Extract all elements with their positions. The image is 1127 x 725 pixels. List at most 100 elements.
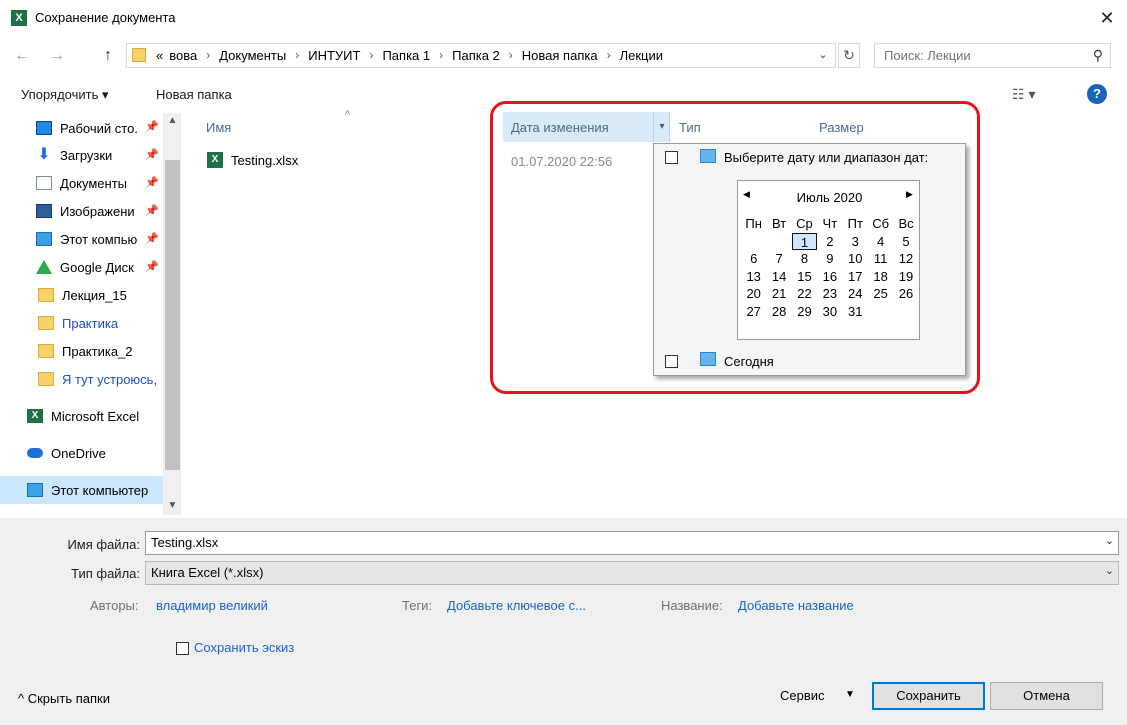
nav-item-this-pc-pinned[interactable]: Этот компью	[36, 226, 162, 252]
breadcrumb-separator-icon[interactable]: ›	[289, 48, 305, 63]
search-box[interactable]: ⚲	[874, 43, 1111, 68]
nav-item-practice[interactable]: Практика	[38, 310, 162, 336]
pin-icon[interactable]: 📌	[145, 232, 159, 245]
pin-icon[interactable]: 📌	[145, 260, 159, 273]
tools-dropdown-icon[interactable]: ▼	[845, 689, 855, 700]
nav-item-label: Загрузки	[60, 147, 113, 163]
tags-label: Теги:	[402, 598, 433, 613]
hide-folders-button[interactable]: ^ Скрыть папки	[18, 691, 110, 706]
refresh-button[interactable]: ↻	[838, 43, 860, 68]
breadcrumb-separator-icon[interactable]: ›	[503, 48, 519, 63]
file-row[interactable]: X Testing.xlsx	[207, 152, 298, 168]
nav-scrollbar-thumb[interactable]	[165, 160, 180, 470]
forward-button[interactable]: →	[46, 45, 68, 67]
nav-item-google-drive[interactable]: Google Диск	[36, 254, 162, 280]
help-icon[interactable]: ?	[1087, 84, 1107, 104]
filename-value[interactable]: Testing.xlsx	[151, 535, 218, 550]
nav-item-label: Практика_2	[62, 343, 133, 359]
breadcrumb-item[interactable]: вова	[166, 48, 200, 63]
nav-item-label: Этот компью	[60, 231, 138, 247]
pin-icon[interactable]: 📌	[145, 120, 159, 133]
folder-icon	[132, 48, 146, 62]
nav-item-microsoft-excel[interactable]: X Microsoft Excel	[27, 403, 162, 429]
nav-item-pictures[interactable]: Изображени	[36, 198, 162, 224]
view-options-button[interactable]: ☷ ▾	[1012, 86, 1035, 103]
nav-item-onedrive[interactable]: OneDrive	[27, 440, 162, 466]
filename-dropdown-icon[interactable]: ⌄	[1105, 534, 1114, 547]
nav-item-label: Microsoft Excel	[51, 408, 140, 424]
breadcrumb-item[interactable]: ИНТУИТ	[305, 48, 363, 63]
folder-icon	[38, 344, 54, 358]
authors-label: Авторы:	[90, 598, 139, 613]
filename-field[interactable]: Testing.xlsx ⌄	[145, 531, 1119, 555]
nav-item-lecture-15[interactable]: Лекция_15	[38, 282, 162, 308]
filetype-select[interactable]: Книга Excel (*.xlsx) ⌄	[145, 561, 1119, 585]
doc-title-label: Название:	[661, 598, 723, 613]
filename-label: Имя файла:	[67, 537, 140, 552]
breadcrumb-item[interactable]: Папка 1	[379, 48, 433, 63]
nav-item-ya-tut[interactable]: Я тут устроюсь,	[38, 366, 162, 392]
organize-button[interactable]: Упорядочить ▾	[21, 87, 109, 103]
column-header-name[interactable]: Имя	[206, 120, 231, 135]
excel-app-icon: X	[11, 10, 27, 26]
filetype-label: Тип файла:	[71, 566, 140, 581]
breadcrumb-separator-icon[interactable]: ›	[363, 48, 379, 63]
nav-item-label: Я тут устроюсь,	[62, 371, 158, 387]
onedrive-icon	[27, 448, 43, 458]
save-button[interactable]: Сохранить	[872, 682, 985, 710]
computer-icon	[36, 232, 52, 246]
breadcrumb-item[interactable]: Документы	[216, 48, 289, 63]
excel-file-icon: X	[207, 152, 223, 168]
up-button[interactable]: ↑	[97, 45, 119, 67]
filetype-value: Книга Excel (*.xlsx)	[151, 565, 264, 580]
save-thumbnail-checkbox[interactable]	[176, 642, 189, 655]
breadcrumb-item[interactable]: Папка 2	[449, 48, 503, 63]
desktop-icon	[36, 121, 52, 135]
search-input[interactable]	[884, 48, 1084, 63]
cancel-button[interactable]: Отмена	[990, 682, 1103, 710]
file-name: Testing.xlsx	[231, 152, 299, 168]
title-bar: X Сохранение документа ✕	[0, 0, 1127, 36]
nav-item-desktop[interactable]: Рабочий сто.	[36, 115, 162, 141]
filetype-dropdown-icon[interactable]: ⌄	[1105, 564, 1114, 577]
nav-item-label: Лекция_15	[62, 287, 127, 303]
doc-title-value[interactable]: Добавьте название	[738, 598, 854, 613]
breadcrumb-separator-icon[interactable]: ›	[601, 48, 617, 63]
pictures-icon	[36, 204, 52, 218]
nav-item-this-pc[interactable]: Этот компьютер	[27, 477, 162, 503]
breadcrumb: « вова › Документы › ИНТУИТ › Папка 1 › …	[153, 48, 666, 63]
pin-icon[interactable]: 📌	[145, 148, 159, 161]
nav-item-label: Практика	[62, 315, 119, 331]
breadcrumb-separator-icon[interactable]: ›	[200, 48, 216, 63]
close-button[interactable]: ✕	[1093, 4, 1121, 32]
authors-value[interactable]: владимир великий	[156, 598, 268, 613]
excel-icon: X	[27, 409, 43, 423]
address-bar[interactable]: « вова › Документы › ИНТУИТ › Папка 1 › …	[126, 43, 836, 68]
breadcrumb-overflow[interactable]: «	[153, 48, 166, 63]
tags-value[interactable]: Добавьте ключевое с...	[447, 598, 586, 613]
nav-item-label: Рабочий сто.	[60, 120, 138, 136]
breadcrumb-item[interactable]: Лекции	[617, 48, 666, 63]
breadcrumb-item[interactable]: Новая папка	[519, 48, 601, 63]
search-icon: ⚲	[1092, 47, 1103, 63]
folder-icon	[38, 316, 54, 330]
address-history-dropdown-icon[interactable]: ⌄	[812, 43, 834, 68]
documents-icon	[36, 176, 52, 190]
sort-ascending-icon: ^	[345, 109, 351, 121]
google-drive-icon	[36, 260, 52, 274]
pin-icon[interactable]: 📌	[145, 204, 159, 217]
red-highlight-annotation	[490, 101, 980, 394]
nav-item-downloads[interactable]: ⬇ Загрузки	[36, 142, 162, 168]
new-folder-button[interactable]: Новая папка	[156, 87, 232, 102]
folder-icon	[38, 288, 54, 302]
back-button[interactable]: ←	[11, 45, 33, 67]
tools-button[interactable]: Сервис	[780, 688, 825, 703]
nav-item-label: Документы	[60, 175, 128, 191]
pin-icon[interactable]: 📌	[145, 176, 159, 189]
scroll-up-icon[interactable]: ▲	[165, 113, 180, 129]
breadcrumb-separator-icon[interactable]: ›	[433, 48, 449, 63]
scroll-down-icon[interactable]: ▼	[165, 498, 180, 514]
save-thumbnail-label[interactable]: Сохранить эскиз	[194, 640, 294, 655]
nav-item-documents[interactable]: Документы	[36, 170, 162, 196]
nav-item-practice-2[interactable]: Практика_2	[38, 338, 162, 364]
